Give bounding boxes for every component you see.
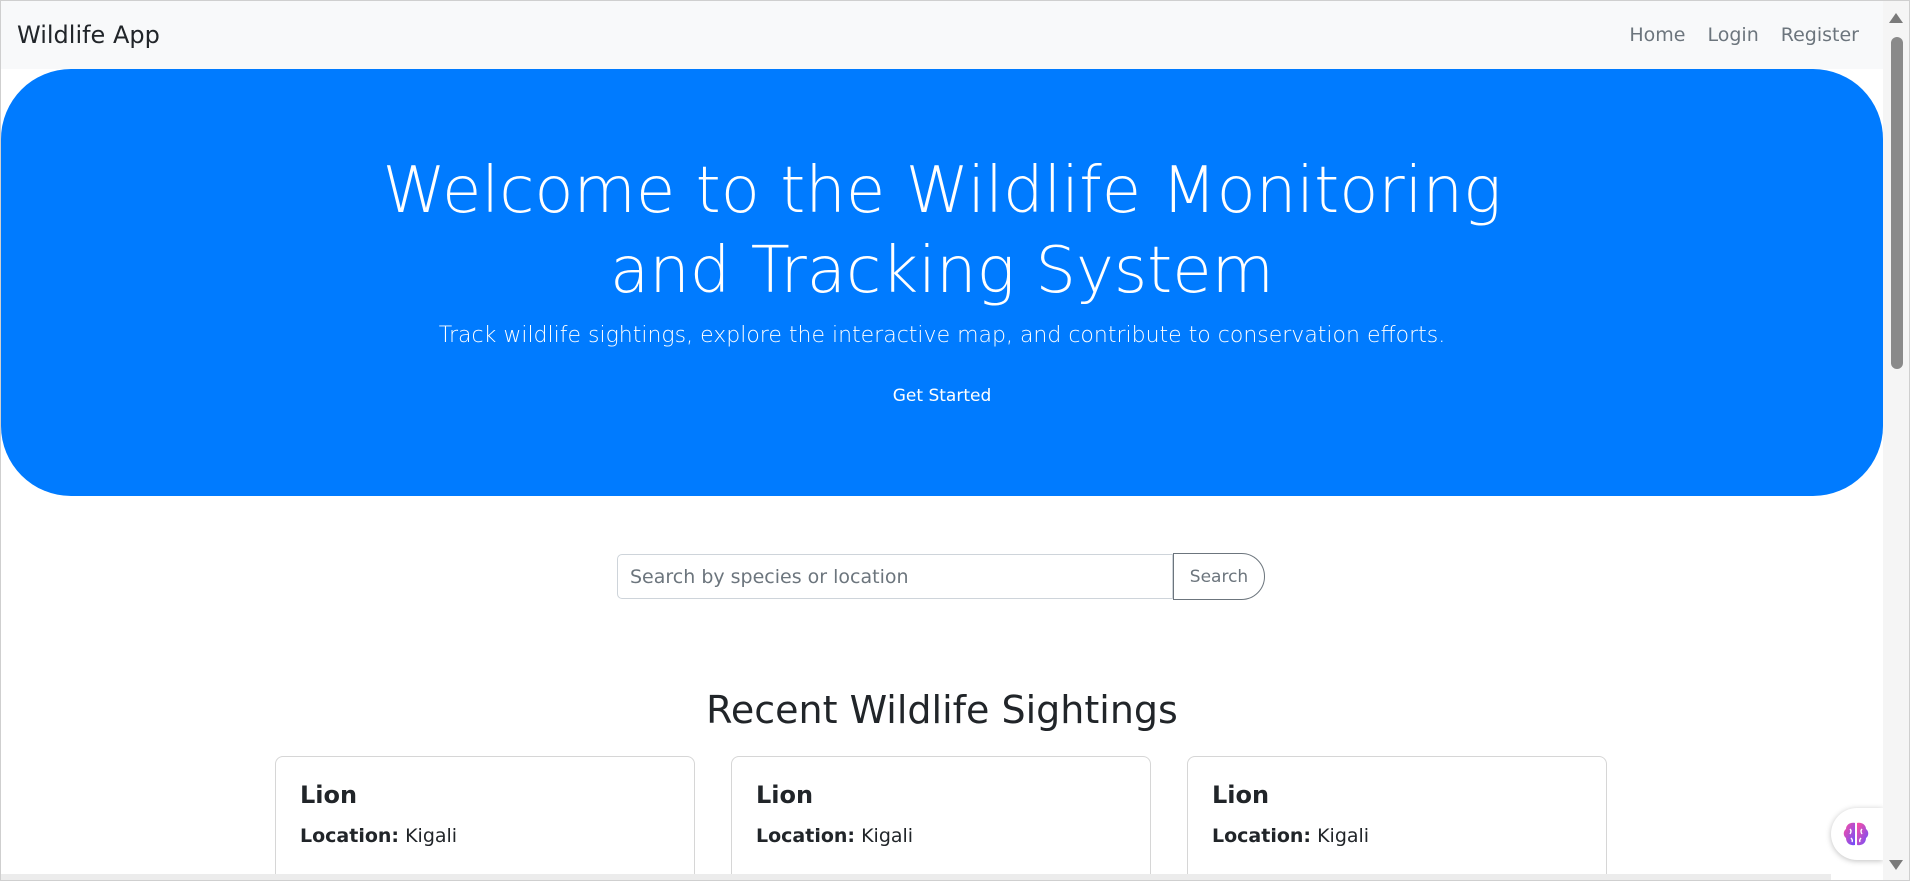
card-location: Location: Kigali xyxy=(1212,825,1582,847)
search-button[interactable]: Search xyxy=(1173,553,1265,600)
card-location: Location: Kigali xyxy=(756,825,1126,847)
section-title: Recent Wildlife Sightings xyxy=(706,687,1178,732)
sighting-card[interactable]: Lion Location: Kigali xyxy=(731,756,1151,880)
hero-title: Welcome to the Wildlife Monitoring and T… xyxy=(382,154,1502,308)
scroll-up-arrow-icon[interactable] xyxy=(1889,13,1903,23)
assistant-widget[interactable] xyxy=(1831,808,1883,860)
nav-links: Home Login Register xyxy=(1629,24,1859,46)
location-value: Kigali xyxy=(1317,825,1370,847)
sighting-card[interactable]: Lion Location: Kigali xyxy=(275,756,695,880)
location-value: Kigali xyxy=(861,825,914,847)
location-label: Location: xyxy=(756,825,856,847)
card-species: Lion xyxy=(300,781,358,809)
nav-link-register[interactable]: Register xyxy=(1781,24,1859,46)
location-value: Kigali xyxy=(405,825,458,847)
browser-viewport: Wildlife App Home Login Register Welcome… xyxy=(0,0,1910,881)
bottom-edge xyxy=(1,874,1831,880)
card-species: Lion xyxy=(756,781,814,809)
navbar: Wildlife App Home Login Register xyxy=(1,1,1883,69)
scroll-thumb[interactable] xyxy=(1891,37,1903,369)
brain-icon xyxy=(1843,822,1869,846)
card-species: Lion xyxy=(1212,781,1270,809)
search-bar: Search xyxy=(617,553,1265,600)
vertical-scrollbar[interactable] xyxy=(1883,1,1909,880)
nav-link-login[interactable]: Login xyxy=(1708,24,1759,46)
card-location: Location: Kigali xyxy=(300,825,670,847)
location-label: Location: xyxy=(300,825,400,847)
sighting-card[interactable]: Lion Location: Kigali xyxy=(1187,756,1607,880)
hero-subtitle: Track wildlife sightings, explore the in… xyxy=(438,323,1446,348)
hero-banner: Welcome to the Wildlife Monitoring and T… xyxy=(1,69,1883,496)
brand-logo[interactable]: Wildlife App xyxy=(17,21,160,49)
sightings-list: Lion Location: Kigali Lion Location: Kig… xyxy=(275,756,1607,880)
nav-link-home[interactable]: Home xyxy=(1629,24,1685,46)
search-input[interactable] xyxy=(617,554,1173,599)
get-started-button[interactable]: Get Started xyxy=(893,386,991,406)
scroll-down-arrow-icon[interactable] xyxy=(1889,860,1903,870)
location-label: Location: xyxy=(1212,825,1312,847)
hero-cta-wrap: Get Started xyxy=(1,386,1883,406)
